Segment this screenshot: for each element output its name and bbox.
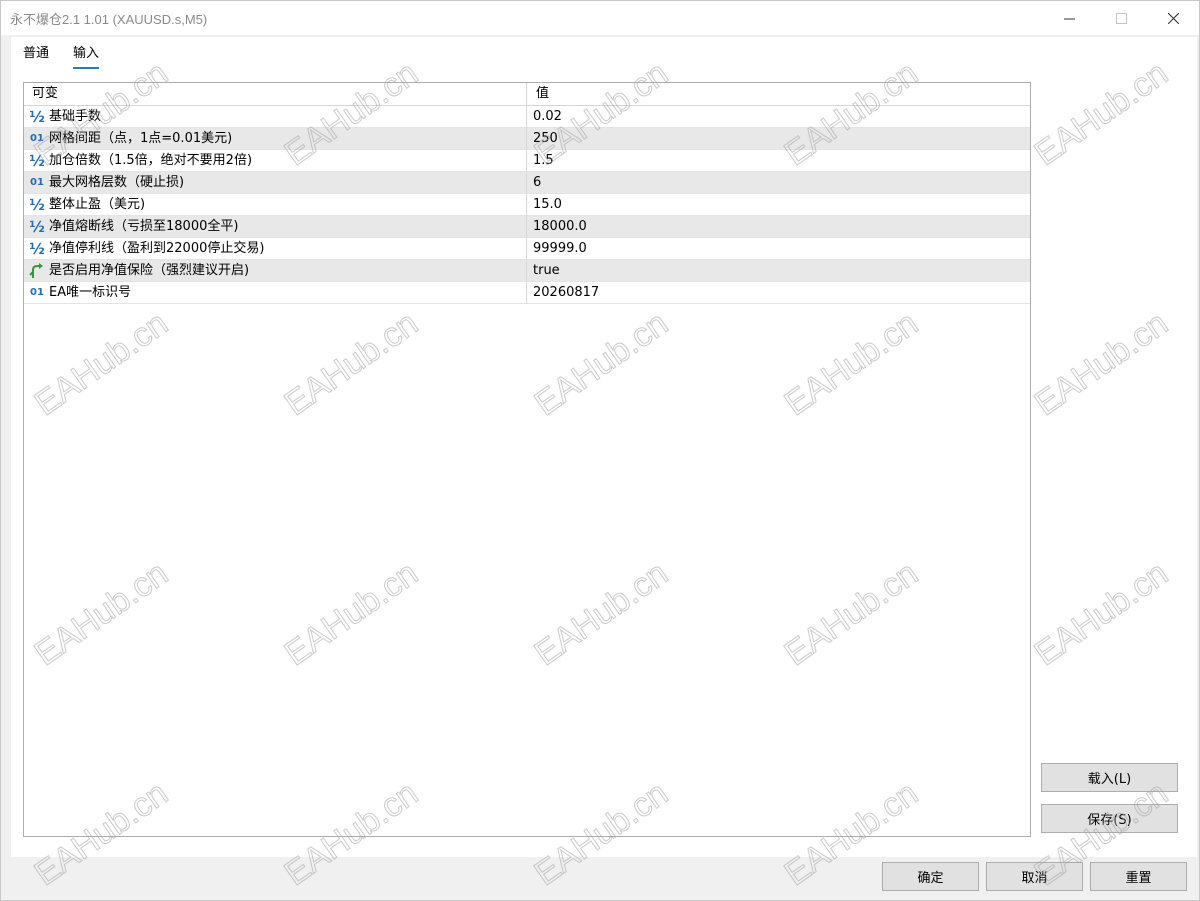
variable-cell: ½ 净值熔断线（亏损至18000全平) xyxy=(24,216,527,237)
int-icon: 01 xyxy=(30,132,44,144)
maximize-button xyxy=(1095,1,1147,35)
tab-common[interactable]: 普通 xyxy=(23,45,49,69)
close-icon xyxy=(1167,12,1179,24)
inputs-grid: 可变 值 ½ 基础手数 0.02 01 网格间距（点，1点=0.01美元) 250 ½ 加仓倍… xyxy=(23,82,1031,837)
table-row[interactable]: 01 EA唯一标识号 20260817 xyxy=(24,282,1030,304)
variable-name: 加仓倍数（1.5倍，绝对不要用2倍) xyxy=(49,152,253,168)
variable-cell: ½ 基础手数 xyxy=(24,106,527,127)
dialog-content: 普通 输入 可变 值 ½ 基础手数 0.02 01 网格间距（点，1点=0.01美元) 2… xyxy=(11,37,1197,857)
window-title: 永不爆仓2.1 1.01 (XAUUSD.s,M5) xyxy=(10,11,208,27)
variable-cell: ½ 加仓倍数（1.5倍，绝对不要用2倍) xyxy=(24,150,527,171)
ok-button[interactable]: 确定 xyxy=(882,862,979,891)
table-row[interactable]: ½ 净值停利线（盈利到22000停止交易) 99999.0 xyxy=(24,238,1030,260)
grid-header: 可变 值 xyxy=(24,83,1030,106)
grid-rows: ½ 基础手数 0.02 01 网格间距（点，1点=0.01美元) 250 ½ 加仓倍数（1.5… xyxy=(24,106,1030,304)
table-row[interactable]: ½ 整体止盈（美元) 15.0 xyxy=(24,194,1030,216)
maximize-icon xyxy=(1115,12,1127,24)
load-button[interactable]: 载入(L) xyxy=(1041,763,1178,792)
window-controls xyxy=(1043,1,1199,35)
variable-cell: ½ 整体止盈（美元) xyxy=(24,194,527,215)
close-button[interactable] xyxy=(1147,1,1199,35)
bool-icon xyxy=(28,262,46,279)
double-icon: ½ xyxy=(29,195,45,214)
table-row[interactable]: 01 网格间距（点，1点=0.01美元) 250 xyxy=(24,128,1030,150)
title-bar: 永不爆仓2.1 1.01 (XAUUSD.s,M5) xyxy=(1,1,1199,35)
value-cell[interactable]: 0.02 xyxy=(527,106,1030,127)
int-icon: 01 xyxy=(30,286,44,298)
tab-inputs[interactable]: 输入 xyxy=(73,45,100,69)
table-row[interactable]: ½ 加仓倍数（1.5倍，绝对不要用2倍) 1.5 xyxy=(24,150,1030,172)
variable-cell: ½ 净值停利线（盈利到22000停止交易) xyxy=(24,238,527,259)
tab-bar: 普通 输入 xyxy=(23,45,123,69)
dialog-window: 永不爆仓2.1 1.01 (XAUUSD.s,M5) 普通 输入 可变 值 ½基… xyxy=(0,0,1200,901)
double-icon: ½ xyxy=(29,239,45,258)
variable-name: 净值熔断线（亏损至18000全平) xyxy=(49,218,239,234)
variable-cell: 01 最大网格层数（硬止损) xyxy=(24,172,527,193)
value-cell[interactable]: 20260817 xyxy=(527,282,1030,303)
int-icon: 01 xyxy=(30,176,44,188)
save-button[interactable]: 保存(S) xyxy=(1041,804,1178,833)
variable-cell: 01 EA唯一标识号 xyxy=(24,282,527,303)
variable-name: 网格间距（点，1点=0.01美元) xyxy=(49,130,233,146)
value-cell[interactable]: 15.0 xyxy=(527,194,1030,215)
double-icon: ½ xyxy=(29,151,45,170)
variable-name: 最大网格层数（硬止损) xyxy=(49,174,185,190)
minimize-button[interactable] xyxy=(1043,1,1095,35)
variable-name: 净值停利线（盈利到22000停止交易) xyxy=(49,240,265,256)
column-header-value[interactable]: 值 xyxy=(527,83,1030,105)
variable-cell: 是否启用净值保险（强烈建议开启) xyxy=(24,260,527,281)
reset-button[interactable]: 重置 xyxy=(1090,862,1187,891)
table-row[interactable]: ½ 净值熔断线（亏损至18000全平) 18000.0 xyxy=(24,216,1030,238)
double-icon: ½ xyxy=(29,217,45,236)
value-cell[interactable]: 18000.0 xyxy=(527,216,1030,237)
variable-name: 基础手数 xyxy=(49,108,102,124)
table-row[interactable]: 是否启用净值保险（强烈建议开启) true xyxy=(24,260,1030,282)
table-row[interactable]: 01 最大网格层数（硬止损) 6 xyxy=(24,172,1030,194)
variable-name: 是否启用净值保险（强烈建议开启) xyxy=(49,262,250,278)
value-cell[interactable]: 1.5 xyxy=(527,150,1030,171)
value-cell[interactable]: 250 xyxy=(527,128,1030,149)
variable-name: EA唯一标识号 xyxy=(49,284,132,300)
table-row[interactable]: ½ 基础手数 0.02 xyxy=(24,106,1030,128)
cancel-button[interactable]: 取消 xyxy=(986,862,1083,891)
value-cell[interactable]: true xyxy=(527,260,1030,281)
value-cell[interactable]: 99999.0 xyxy=(527,238,1030,259)
double-icon: ½ xyxy=(29,107,45,126)
column-header-variable[interactable]: 可变 xyxy=(24,83,527,105)
variable-cell: 01 网格间距（点，1点=0.01美元) xyxy=(24,128,527,149)
value-cell[interactable]: 6 xyxy=(527,172,1030,193)
variable-name: 整体止盈（美元) xyxy=(49,196,146,212)
minimize-icon xyxy=(1063,18,1075,19)
